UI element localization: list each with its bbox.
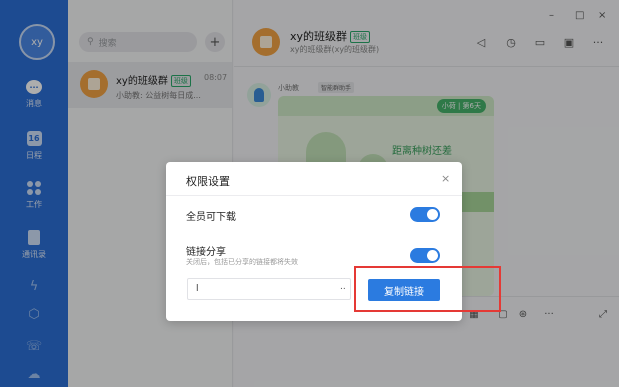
toggle-knob (427, 250, 438, 261)
app-window: xy ··· 消息 16 日程 工作 通讯录 ϟ ⬡ ☏ ☁ ⚲ 搜索 + xy… (0, 0, 619, 387)
highlight-annotation (354, 266, 501, 312)
share-option-label: 链接分享 (186, 247, 226, 258)
toggle-knob (427, 209, 438, 220)
dialog-close-icon[interactable]: × (441, 172, 450, 185)
download-toggle[interactable] (410, 207, 440, 222)
share-toggle[interactable] (410, 248, 440, 263)
share-option-description: 关闭后，包括已分享的链接都将失效 (186, 258, 298, 266)
download-option-label: 全员可下载 (186, 212, 236, 223)
dialog-divider (166, 195, 462, 196)
share-link-field[interactable]: l (187, 278, 351, 300)
dialog-title: 权限设置 (186, 175, 230, 188)
link-ellipsis: .. (340, 282, 346, 292)
